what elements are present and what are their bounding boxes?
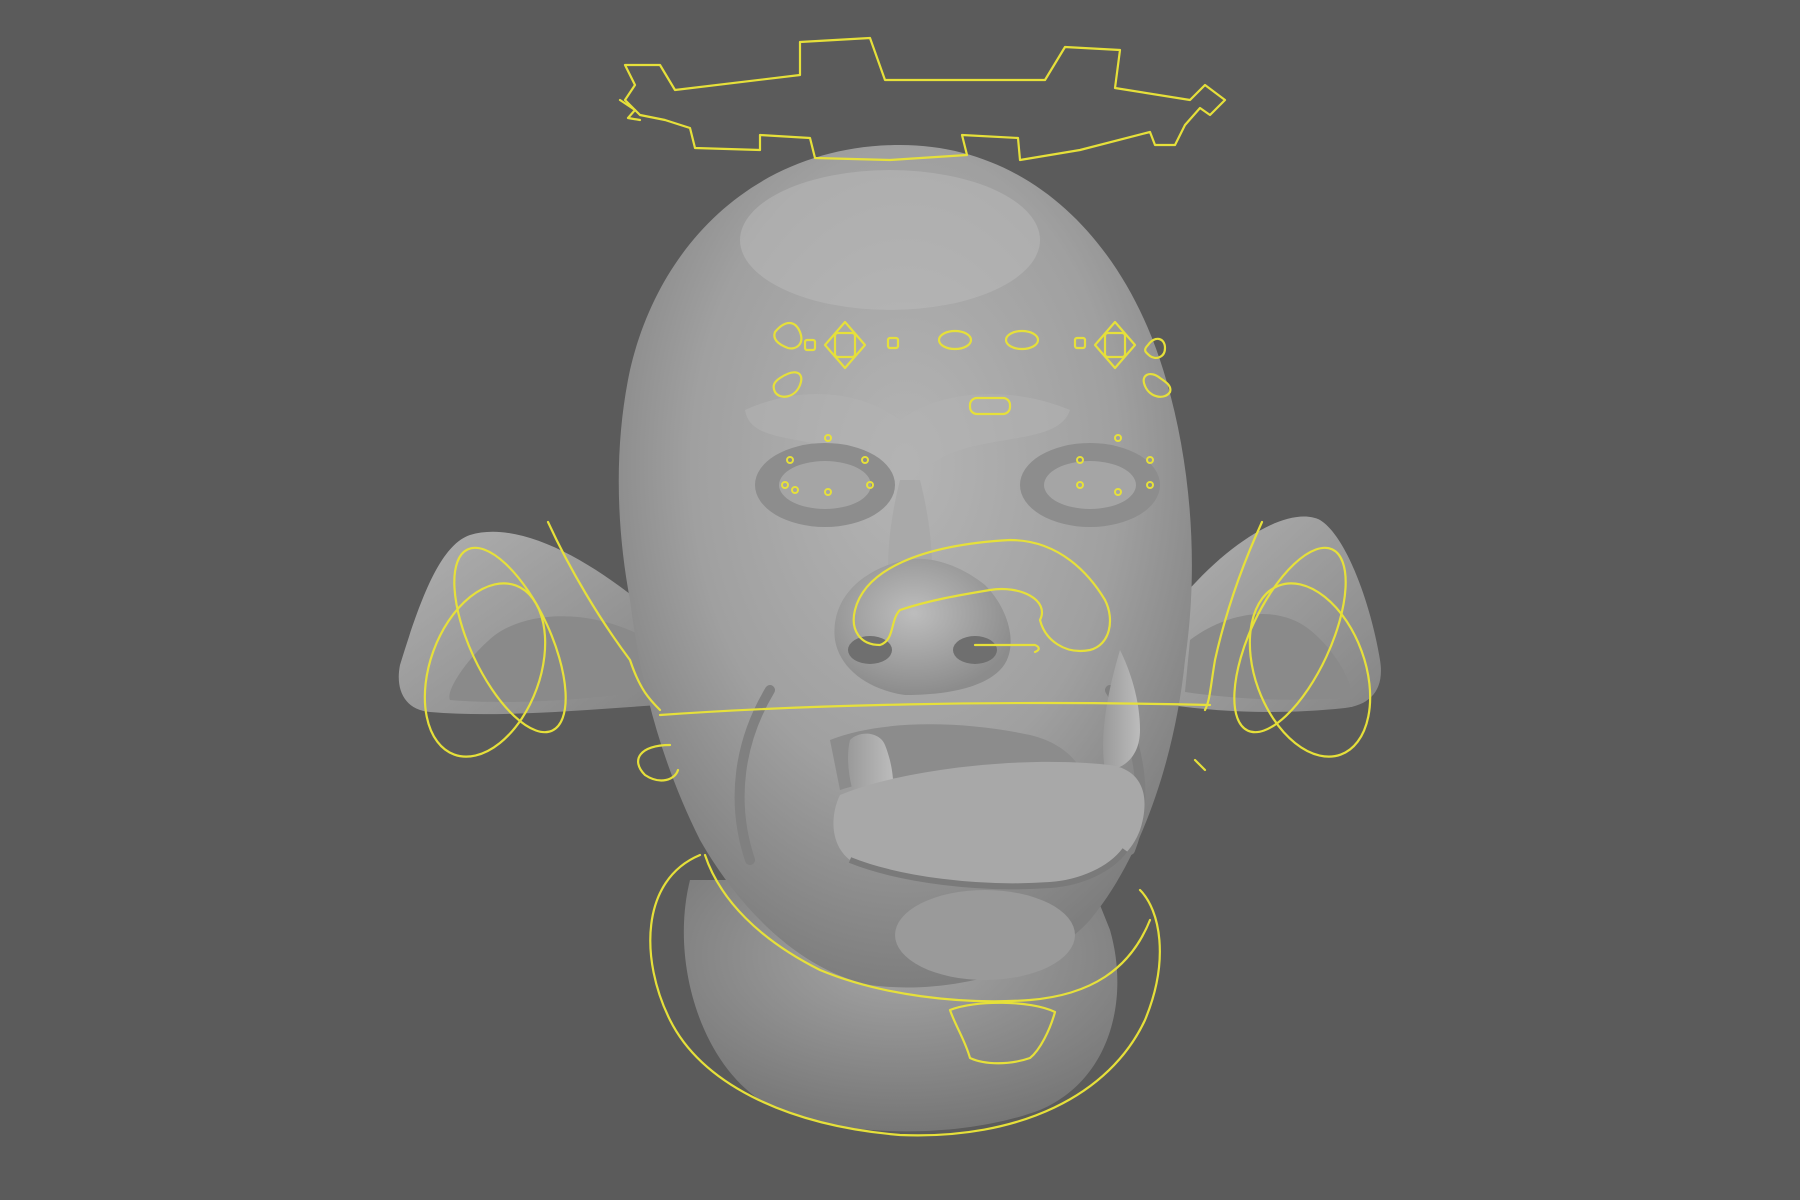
viewport-canvas[interactable] — [0, 0, 1800, 1200]
left-nostril — [848, 636, 892, 664]
left-eye-lid — [779, 461, 871, 509]
mouth-corner-right-control[interactable] — [1193, 758, 1207, 772]
crown-pivot-marker[interactable] — [618, 98, 642, 122]
right-nostril — [953, 636, 997, 664]
3d-viewport[interactable] — [0, 0, 1800, 1200]
chin-mesh — [895, 890, 1075, 980]
head-crown-control[interactable] — [623, 36, 1227, 162]
right-eye-lid — [1044, 461, 1136, 509]
skull-highlight — [740, 170, 1040, 310]
